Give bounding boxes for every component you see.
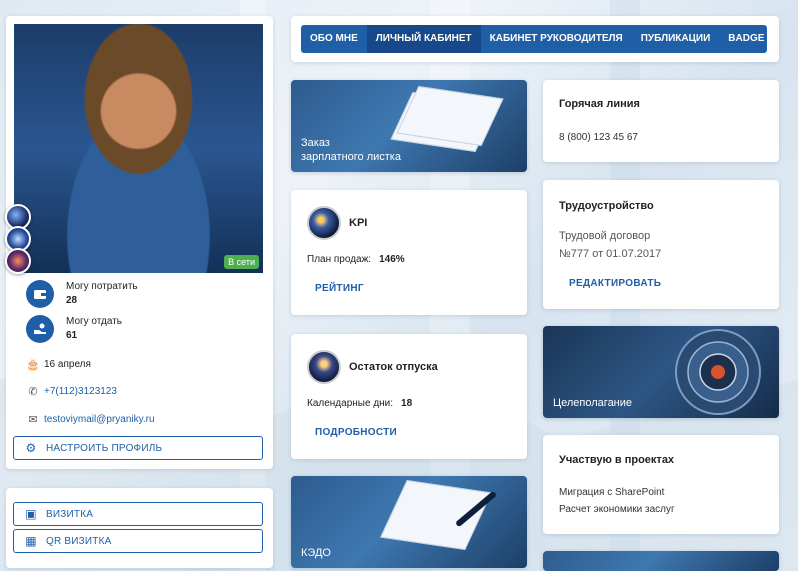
vacation-card: Остаток отпуска Календарные дни: 18 ПОДРО… [291,334,527,459]
can-give-label: Могу отдать [66,316,122,327]
kpi-plan-row: План продаж: 146% [307,254,405,265]
details-button[interactable]: ПОДРОБНОСТИ [315,427,397,438]
project-link[interactable]: Миграция с SharePoint [559,487,664,498]
bottom-tile[interactable] [543,551,779,571]
birthday-text: 16 апреля [44,359,91,370]
goal-setting-label: Целеполагание [553,397,633,409]
can-spend-row: Могу потратить 28 [26,280,138,308]
edo-tile[interactable]: КЭДО [291,476,527,568]
vacation-title: Остаток отпуска [349,361,438,373]
vizitka-label: ВИЗИТКА [46,508,94,520]
rating-button[interactable]: РЕЙТИНГ [315,283,364,294]
hotline-title: Горячая линия [559,98,640,110]
tab-personal-account[interactable]: ЛИЧНЫЙ КАБИНЕТ [366,25,481,53]
phone-row: ✆ +7(112)3123123 [26,385,117,398]
kpi-title: KPI [349,217,368,229]
tab-badges[interactable]: BADGE [719,25,767,53]
edit-button[interactable]: РЕДАКТИРОВАТЬ [569,278,661,289]
configure-profile-label: НАСТРОИТЬ ПРОФИЛЬ [46,442,163,454]
employment-card: Трудоустройство Трудовой договор №777 от… [543,180,779,309]
wallet-icon [26,280,54,308]
employment-type: Трудовой договор [559,230,651,242]
hotline-card: Горячая линия 8 (800) 123 45 67 [543,80,779,162]
projects-card: Участвую в проектах Миграция с SharePoin… [543,435,779,534]
can-spend-value: 28 [66,295,78,306]
qr-code-icon: ▦ [25,534,37,548]
vacation-days-value: 18 [401,398,413,409]
kpi-icon [307,206,341,240]
payslip-tile-label: Заказ зарплатного листка [301,137,401,163]
tab-about[interactable]: ОБО МНЕ [301,25,367,53]
project-link[interactable]: Расчет экономики заслуг [559,504,675,515]
gear-icon: ⚙ [25,441,37,455]
projects-title: Участвую в проектах [559,454,675,466]
tab-publications[interactable]: ПУБЛИКАЦИИ [632,25,720,53]
phone-icon: ✆ [28,386,38,398]
hotline-phone: 8 (800) 123 45 67 [559,132,638,143]
qr-vizitka-label: QR ВИЗИТКА [46,535,112,547]
tabs-card: ОБО МНЕ ЛИЧНЫЙ КАБИНЕТ КАБИНЕТ РУКОВОДИТ… [291,16,779,62]
mail-icon: ✉ [28,414,38,426]
give-gift-icon [26,315,54,343]
tab-manager-account[interactable]: КАБИНЕТ РУКОВОДИТЕЛЯ [481,25,632,53]
cake-icon: 🎂 [26,359,40,371]
achievement-badge-icon[interactable] [5,248,31,274]
employment-contract: №777 от 01.07.2017 [559,248,662,260]
can-spend-label: Могу потратить [66,281,138,292]
phone-link[interactable]: +7(112)3123123 [44,386,117,397]
configure-profile-button[interactable]: ⚙ НАСТРОИТЬ ПРОФИЛЬ [13,436,263,460]
edo-tile-label: КЭДО [301,547,331,559]
kpi-card: KPI План продаж: 146% РЕЙТИНГ [291,190,527,315]
vizitka-button[interactable]: ▣ ВИЗИТКА [13,502,263,526]
target-icon [675,329,761,415]
document-pen-image [380,480,492,550]
business-card-panel: ▣ ВИЗИТКА ▦ QR ВИЗИТКА [6,488,273,568]
email-row: ✉ testoviymail@pryaniky.ru [26,413,155,426]
can-give-row: Могу отдать 61 [26,315,122,343]
can-give-value: 61 [66,330,78,341]
avatar[interactable]: В сети [14,24,263,273]
vacation-icon [307,350,341,384]
birthday-row: 🎂 16 апреля [26,358,91,371]
payslip-order-tile[interactable]: Заказ зарплатного листка [291,80,527,172]
goal-setting-tile[interactable]: Целеполагание [543,326,779,418]
qr-vizitka-button[interactable]: ▦ QR ВИЗИТКА [13,529,263,553]
employment-title: Трудоустройство [559,200,654,212]
kpi-plan-value: 146% [379,254,405,265]
online-status-badge: В сети [224,255,259,269]
id-card-icon: ▣ [25,507,37,521]
tab-bar: ОБО МНЕ ЛИЧНЫЙ КАБИНЕТ КАБИНЕТ РУКОВОДИТ… [301,25,767,53]
vacation-days-row: Календарные дни: 18 [307,398,413,409]
profile-card: В сети Могу потратить 28 Могу отдать 61 … [5,16,273,469]
email-link[interactable]: testoviymail@pryaniky.ru [44,414,155,425]
